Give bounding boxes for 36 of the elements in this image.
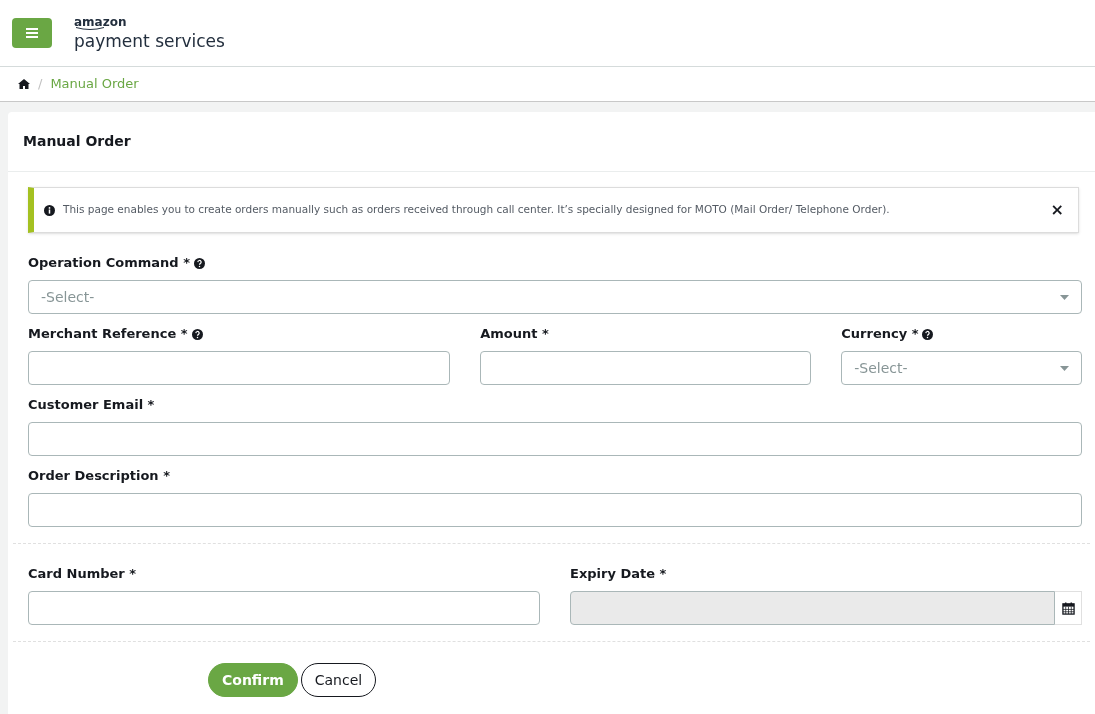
field-label: Expiry Date * bbox=[570, 565, 667, 584]
menu-button[interactable] bbox=[12, 18, 52, 48]
input-field[interactable] bbox=[28, 422, 1082, 456]
brand-logo-top: amazon bbox=[74, 15, 128, 28]
breadcrumb-link[interactable]: Manual Order bbox=[50, 74, 139, 94]
calendar-button[interactable] bbox=[1055, 591, 1082, 625]
help-icon[interactable] bbox=[193, 257, 205, 269]
caret-icon bbox=[1060, 365, 1069, 371]
calendar-icon bbox=[1061, 601, 1075, 615]
cancel-button[interactable]: Cancel bbox=[300, 663, 377, 697]
alert-text: This page enables you to create orders manually such as orders received through call center. It’s specially designed for MOTO (Mail Order/ Telephone Order). bbox=[63, 202, 891, 218]
field-label: Currency * bbox=[841, 325, 919, 344]
field-label: Card Number * bbox=[28, 565, 137, 584]
home-icon[interactable] bbox=[18, 79, 30, 89]
help-icon[interactable] bbox=[191, 328, 203, 340]
input-field[interactable] bbox=[28, 493, 1082, 527]
input-field[interactable] bbox=[28, 351, 451, 385]
select-field[interactable]: -Select- bbox=[28, 280, 1082, 314]
select-field[interactable]: -Select- bbox=[841, 351, 1082, 385]
input-field[interactable] bbox=[480, 351, 812, 385]
input-field[interactable] bbox=[28, 591, 540, 625]
breadcrumb-separator: / bbox=[38, 75, 43, 94]
field-label: Operation Command * bbox=[28, 254, 190, 273]
caret-icon bbox=[1060, 294, 1069, 300]
smile-icon bbox=[75, 26, 105, 31]
field-label: Customer Email * bbox=[28, 396, 155, 415]
close-button[interactable]: × bbox=[1050, 202, 1064, 218]
field-label: Order Description * bbox=[28, 467, 170, 486]
brand-logo-bottom: payment services bbox=[74, 30, 225, 51]
help-icon[interactable] bbox=[922, 328, 934, 340]
menu-icon bbox=[26, 28, 38, 38]
card-title: Manual Order bbox=[23, 132, 131, 151]
field-label: Merchant Reference * bbox=[28, 325, 188, 344]
info-icon bbox=[44, 204, 55, 216]
field-label: Amount * bbox=[480, 325, 549, 344]
confirm-button[interactable]: Confirm bbox=[208, 663, 298, 697]
